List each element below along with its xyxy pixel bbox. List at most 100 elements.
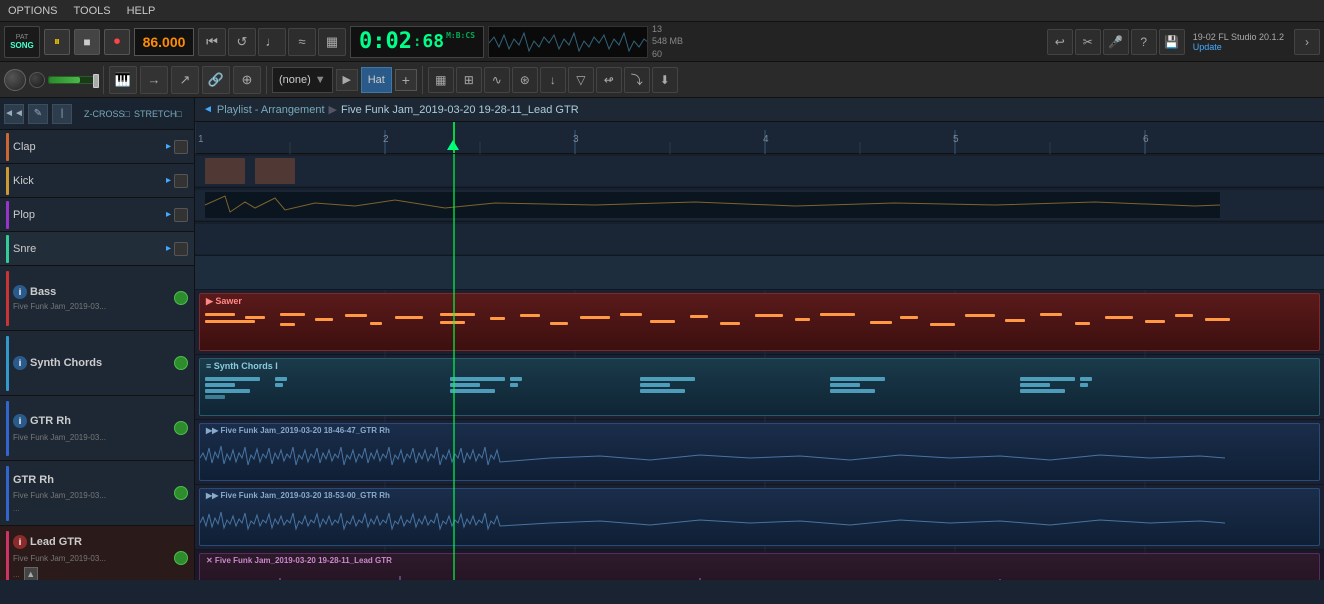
- track-item-kick[interactable]: Kick ▸: [0, 164, 194, 198]
- svg-text:2: 2: [383, 134, 389, 145]
- add-channel-button[interactable]: +: [395, 69, 417, 91]
- snre-mute-btn[interactable]: [174, 242, 188, 256]
- gtr2-mute-btn[interactable]: [174, 486, 188, 500]
- menu-bar: OPTIONS TOOLS HELP: [0, 0, 1324, 22]
- plop-arrow-icon[interactable]: ▸: [166, 209, 171, 220]
- track-item-plop[interactable]: Plop ▸: [0, 198, 194, 232]
- stamp-icon[interactable]: ⊕: [233, 66, 261, 94]
- channel-none-label: (none): [279, 74, 311, 86]
- fl-update[interactable]: Update: [1193, 42, 1222, 52]
- pat-song-toggle[interactable]: PAT SONG: [4, 26, 40, 58]
- track-color-gtr1: [6, 401, 9, 456]
- undo-icon[interactable]: ↩: [1047, 29, 1073, 55]
- mic-icon[interactable]: 🎤: [1103, 29, 1129, 55]
- track-name-kick: Kick: [13, 175, 166, 187]
- stop-button[interactable]: ■: [74, 29, 100, 55]
- track-name-clap: Clap: [13, 141, 166, 153]
- kick-mute-btn[interactable]: [174, 174, 188, 188]
- breadcrumb-current[interactable]: Five Funk Jam_2019-03-20 19-28-11_Lead G…: [341, 104, 579, 116]
- bass-mute-btn[interactable]: [174, 291, 188, 305]
- track-item-gtr-rh-2[interactable]: GTR Rh Five Funk Jam_2019-03... ...: [0, 461, 194, 526]
- waveform-preview: [488, 26, 648, 58]
- pencil-icon[interactable]: ✎: [28, 104, 48, 124]
- mem-label: 548 MB: [652, 35, 683, 48]
- channel-play-button[interactable]: ▶: [336, 69, 358, 91]
- lead-expand-btn[interactable]: ▲: [24, 567, 38, 580]
- synth-track-controls: [174, 356, 188, 370]
- track-item-bass[interactable]: i Bass Five Funk Jam_2019-03...: [0, 266, 194, 331]
- clip-gtr-rh-2[interactable]: ▶▶ Five Funk Jam_2019-03-20 18-53-00_GTR…: [199, 488, 1320, 546]
- snre-arrow-icon[interactable]: ▸: [166, 243, 171, 254]
- menu-tools[interactable]: TOOLS: [66, 3, 119, 19]
- track-content: 2 3 4 5 6 1: [195, 122, 1324, 580]
- channel-bend-icon[interactable]: ↫: [596, 67, 622, 93]
- record-button[interactable]: ⏺: [104, 29, 130, 55]
- breadcrumb-playlist[interactable]: Playlist - Arrangement: [217, 104, 325, 116]
- svg-text:1: 1: [198, 134, 204, 145]
- ruler[interactable]: 2 3 4 5 6 1: [195, 122, 1324, 154]
- clip-gtr2-label: ▶▶ Five Funk Jam_2019-03-20 18-53-00_GTR…: [206, 491, 390, 500]
- lead-mute-btn[interactable]: [174, 551, 188, 565]
- channel-route-icon[interactable]: ⊛: [512, 67, 538, 93]
- right-arrow-icon[interactable]: →: [140, 66, 168, 94]
- rewind-icon[interactable]: ⏮: [198, 28, 226, 56]
- menu-help[interactable]: HELP: [119, 3, 164, 19]
- channel-arrow-icon: ▼: [315, 74, 326, 86]
- clip-gtr1-label: ▶▶ Five Funk Jam_2019-03-20 18-46-47_GTR…: [206, 426, 390, 435]
- save-icon[interactable]: 💾: [1159, 29, 1185, 55]
- synth-mute-btn[interactable]: [174, 356, 188, 370]
- track-list: ◄◄ ✎ | Z-CROSS□ STRETCH□ Clap ▸ Kick ▸: [0, 98, 195, 580]
- channel-mixer-icon[interactable]: ⊞: [456, 67, 482, 93]
- channel-grid-icon[interactable]: ▦: [428, 67, 454, 93]
- nav-arrow-left[interactable]: ◄: [203, 104, 213, 115]
- link-icon[interactable]: 🔗: [202, 66, 230, 94]
- separator-icon[interactable]: |: [52, 104, 72, 124]
- time-frames: 68: [422, 31, 444, 52]
- volume-slider[interactable]: [48, 76, 98, 84]
- help-icon[interactable]: ?: [1131, 29, 1157, 55]
- clip-bass-label: ▶ Sawer: [206, 296, 242, 307]
- clap-mute-btn[interactable]: [174, 140, 188, 154]
- channel-filter-icon[interactable]: ▽: [568, 67, 594, 93]
- clip-bass[interactable]: ▶ Sawer: [199, 293, 1320, 351]
- gtr1-mute-btn[interactable]: [174, 421, 188, 435]
- svg-text:3: 3: [573, 134, 579, 145]
- clip-gtr-rh-1[interactable]: ▶▶ Five Funk Jam_2019-03-20 18-46-47_GTR…: [199, 423, 1320, 481]
- track-item-gtr-rh-1[interactable]: i GTR Rh Five Funk Jam_2019-03...: [0, 396, 194, 461]
- pattern-icon[interactable]: ▦: [318, 28, 346, 56]
- swing-icon[interactable]: ≈: [288, 28, 316, 56]
- pause-button[interactable]: ⏸: [44, 29, 70, 55]
- pitch-knob[interactable]: [29, 72, 45, 88]
- clip-synth-chords[interactable]: ≡ Synth Chords I: [199, 358, 1320, 416]
- channel-eq-icon[interactable]: ∿: [484, 67, 510, 93]
- kick-arrow-icon[interactable]: ▸: [166, 175, 171, 186]
- loop-icon[interactable]: ↺: [228, 28, 256, 56]
- track-item-snre[interactable]: Snre ▸: [0, 232, 194, 266]
- hook-icon[interactable]: ↗: [171, 66, 199, 94]
- gtr2-track-controls: [174, 486, 188, 500]
- content-area: ◄ Playlist - Arrangement ▶ Five Funk Jam…: [195, 98, 1324, 580]
- master-volume-knob[interactable]: [4, 69, 26, 91]
- svg-text:4: 4: [763, 134, 769, 145]
- piano-roll-icon[interactable]: 🎹: [109, 66, 137, 94]
- clap-arrow-icon[interactable]: ▸: [166, 141, 171, 152]
- track-item-lead-gtr[interactable]: i Lead GTR Five Funk Jam_2019-03... ... …: [0, 526, 194, 580]
- channel-snap-icon[interactable]: ⤵: [624, 67, 650, 93]
- cut-icon[interactable]: ✂: [1075, 29, 1101, 55]
- scroll-left-icon[interactable]: ◄◄: [4, 104, 24, 124]
- clip-lead-gtr[interactable]: ✕ Five Funk Jam_2019-03-20 19-28-11_Lead…: [199, 553, 1320, 580]
- gtr2-track-info: GTR Rh Five Funk Jam_2019-03... ...: [13, 474, 170, 513]
- track-item-clap[interactable]: Clap ▸: [0, 130, 194, 164]
- time-main: 0:02: [359, 29, 412, 54]
- channel-selector[interactable]: (none) ▼: [272, 67, 333, 93]
- track-color-lead: [6, 531, 9, 581]
- metronome-icon[interactable]: ♩: [258, 28, 286, 56]
- plop-mute-btn[interactable]: [174, 208, 188, 222]
- channel-hat-label[interactable]: Hat: [361, 67, 392, 93]
- channel-download-icon[interactable]: ⬇: [652, 67, 678, 93]
- menu-options[interactable]: OPTIONS: [0, 3, 66, 19]
- arrow-right-icon[interactable]: ›: [1294, 29, 1320, 55]
- track-item-synth-chords[interactable]: i Synth Chords: [0, 331, 194, 396]
- channel-save-icon[interactable]: ↓: [540, 67, 566, 93]
- bpm-display[interactable]: 86.000: [134, 28, 194, 56]
